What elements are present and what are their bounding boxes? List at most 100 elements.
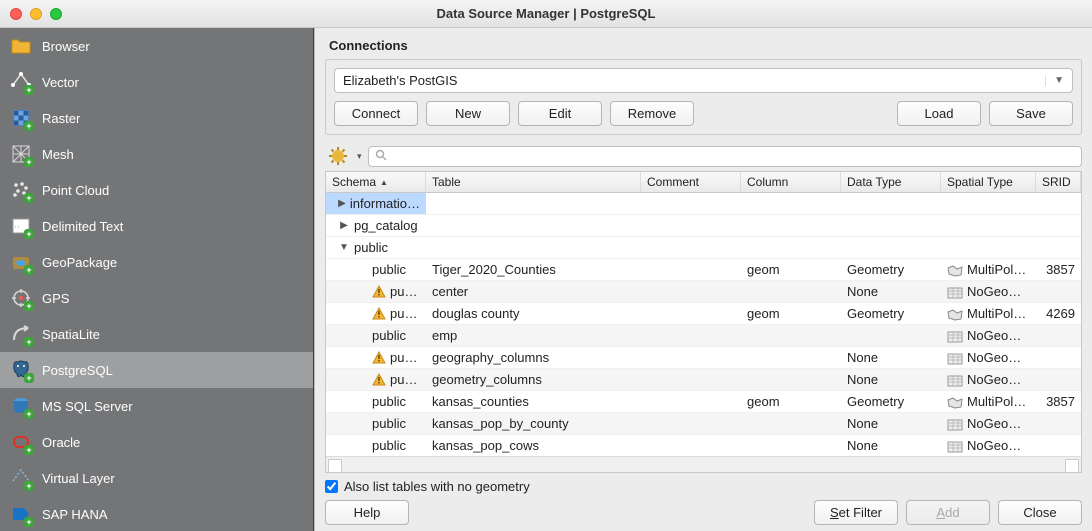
- also-list-checkbox-input[interactable]: [325, 480, 338, 493]
- expand-icon[interactable]: ▶: [338, 220, 350, 231]
- load-button[interactable]: Load: [897, 101, 981, 126]
- search-input[interactable]: [393, 149, 1075, 164]
- folder-icon: [10, 35, 32, 57]
- polygon-icon: [947, 265, 963, 277]
- table-row[interactable]: pu…geography_columnsNoneNoGeome…: [326, 347, 1081, 369]
- gear-icon[interactable]: [325, 145, 351, 167]
- postgresql-icon: +: [10, 359, 32, 381]
- sidebar-item-virtual-layer[interactable]: + Virtual Layer: [0, 460, 313, 496]
- warning-icon: [372, 351, 386, 365]
- table-icon: [947, 441, 963, 453]
- add-badge-icon: +: [24, 373, 34, 383]
- table-row[interactable]: pu…douglas countygeomGeometryMultiPoly…4…: [326, 303, 1081, 325]
- sidebar-item-spatialite[interactable]: + SpatiaLite: [0, 316, 313, 352]
- schema-group[interactable]: ▼public: [326, 237, 1081, 259]
- sidebar-item-label: GPS: [42, 291, 69, 306]
- sidebar-item-gps[interactable]: + GPS: [0, 280, 313, 316]
- table-row[interactable]: publickansas_pop_cowsNoneNoGeome…: [326, 435, 1081, 456]
- add-badge-icon: +: [24, 157, 34, 167]
- add-badge-icon: +: [24, 85, 34, 95]
- table-icon: [947, 331, 963, 343]
- polygon-icon: [947, 397, 963, 409]
- connections-header: Connections: [325, 34, 1082, 59]
- table-row[interactable]: publicempNoGeome…: [326, 325, 1081, 347]
- column-header-table[interactable]: Table: [426, 172, 641, 192]
- sidebar-item-label: SAP HANA: [42, 507, 108, 522]
- sidebar: Browser+Vector+Raster+Mesh+Point Cloud, …: [0, 28, 314, 531]
- chevron-down-icon: ▼: [1045, 75, 1064, 86]
- table-row[interactable]: publickansas_pop_by_countyNoneNoGeome…: [326, 413, 1081, 435]
- add-badge-icon: +: [24, 445, 34, 455]
- column-header-srid[interactable]: SRID: [1036, 172, 1081, 192]
- schema-group[interactable]: ▶pg_catalog: [326, 215, 1081, 237]
- column-header-column[interactable]: Column: [741, 172, 841, 192]
- warning-icon: [372, 307, 386, 321]
- column-header-schema[interactable]: Schema▲: [326, 172, 426, 192]
- table-icon: [947, 353, 963, 365]
- sidebar-item-ms-sql-server[interactable]: + MS SQL Server: [0, 388, 313, 424]
- mesh-icon: +: [10, 143, 32, 165]
- gps-icon: +: [10, 287, 32, 309]
- also-list-checkbox[interactable]: Also list tables with no geometry: [325, 479, 1082, 494]
- help-button[interactable]: Help: [325, 500, 409, 525]
- remove-button[interactable]: Remove: [610, 101, 694, 126]
- sidebar-item-oracle[interactable]: + Oracle: [0, 424, 313, 460]
- raster-icon: +: [10, 107, 32, 129]
- edit-button[interactable]: Edit: [518, 101, 602, 126]
- sidebar-item-label: Mesh: [42, 147, 74, 162]
- sidebar-item-raster[interactable]: + Raster: [0, 100, 313, 136]
- set-filter-button[interactable]: Set Filter: [814, 500, 898, 525]
- add-badge-icon: +: [24, 337, 34, 347]
- warning-icon: [372, 373, 386, 387]
- sidebar-item-delimited-text[interactable]: , , + Delimited Text: [0, 208, 313, 244]
- search-box[interactable]: [368, 146, 1082, 167]
- sidebar-item-label: Oracle: [42, 435, 80, 450]
- sidebar-item-label: Raster: [42, 111, 80, 126]
- gear-dropdown-icon[interactable]: ▾: [357, 151, 362, 162]
- table-row[interactable]: publicTiger_2020_CountiesgeomGeometryMul…: [326, 259, 1081, 281]
- collapse-icon[interactable]: ▼: [338, 242, 350, 253]
- sidebar-item-sap-hana[interactable]: +SAP HANA: [0, 496, 313, 531]
- column-header-spatial-type[interactable]: Spatial Type: [941, 172, 1036, 192]
- sidebar-item-browser[interactable]: Browser: [0, 28, 313, 64]
- table-row[interactable]: publickansas_countiesgeomGeometryMultiPo…: [326, 391, 1081, 413]
- connection-selected: Elizabeth's PostGIS: [343, 73, 457, 88]
- schema-group[interactable]: ▶informatio…: [326, 193, 1081, 215]
- right-pane: Connections Elizabeth's PostGIS ▼ Connec…: [314, 28, 1092, 531]
- tables-tree[interactable]: Schema▲TableCommentColumnData TypeSpatia…: [325, 171, 1082, 473]
- sidebar-item-mesh[interactable]: + Mesh: [0, 136, 313, 172]
- geopackage-icon: +: [10, 251, 32, 273]
- new-button[interactable]: New: [426, 101, 510, 126]
- table-row[interactable]: pu…geometry_columnsNoneNoGeome…: [326, 369, 1081, 391]
- sidebar-item-label: Browser: [42, 39, 90, 54]
- sidebar-item-label: SpatiaLite: [42, 327, 100, 342]
- sidebar-item-label: Delimited Text: [42, 219, 123, 234]
- expand-icon[interactable]: ▶: [338, 198, 346, 209]
- sidebar-item-vector[interactable]: +Vector: [0, 64, 313, 100]
- add-badge-icon: +: [24, 409, 34, 419]
- sidebar-item-label: Virtual Layer: [42, 471, 115, 486]
- sort-asc-icon: ▲: [380, 178, 388, 187]
- sidebar-item-label: GeoPackage: [42, 255, 117, 270]
- sidebar-item-label: MS SQL Server: [42, 399, 133, 414]
- delimited-icon: , , +: [10, 215, 32, 237]
- connect-button[interactable]: Connect: [334, 101, 418, 126]
- connection-combo[interactable]: Elizabeth's PostGIS ▼: [334, 68, 1073, 93]
- add-badge-icon: +: [24, 229, 34, 239]
- sidebar-item-geopackage[interactable]: + GeoPackage: [0, 244, 313, 280]
- svg-text:, ,: , ,: [15, 223, 19, 229]
- mssql-icon: +: [10, 395, 32, 417]
- horizontal-scrollbar[interactable]: [326, 456, 1081, 472]
- save-button[interactable]: Save: [989, 101, 1073, 126]
- column-header-comment[interactable]: Comment: [641, 172, 741, 192]
- add-badge-icon: +: [24, 481, 34, 491]
- column-header-data-type[interactable]: Data Type: [841, 172, 941, 192]
- close-button[interactable]: Close: [998, 500, 1082, 525]
- table-icon: [947, 375, 963, 387]
- search-icon: [375, 149, 387, 164]
- sidebar-item-label: Point Cloud: [42, 183, 109, 198]
- sidebar-item-postgresql[interactable]: +PostgreSQL: [0, 352, 313, 388]
- sidebar-item-point-cloud[interactable]: +Point Cloud: [0, 172, 313, 208]
- polygon-icon: [947, 309, 963, 321]
- table-row[interactable]: pu…centerNoneNoGeome…: [326, 281, 1081, 303]
